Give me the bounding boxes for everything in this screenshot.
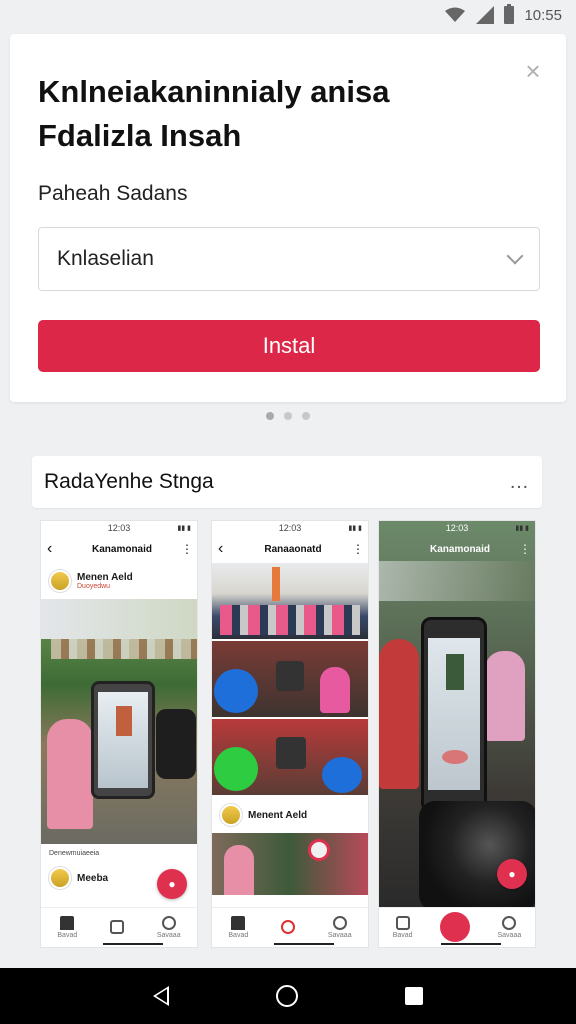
grid-icon	[110, 919, 125, 934]
create-icon	[440, 911, 471, 942]
pager-dot[interactable]	[266, 412, 274, 420]
record-icon	[281, 919, 296, 934]
screenshot-gallery: 12:03 ‹ Kanamonaid ⋮ Menen Aeld Duoyedwu…	[40, 520, 536, 948]
kebab-icon: ⋮	[352, 542, 364, 556]
phone-title: Kanamonaid	[429, 543, 490, 555]
nav-label: Savaaa	[327, 932, 352, 939]
back-icon[interactable]	[153, 986, 170, 1006]
avatar	[220, 804, 242, 826]
phone-bottom-nav: Bavad Savaaa	[212, 907, 368, 947]
card-title: Knlneiakaninnialy anisa Fdalizla Insah	[38, 74, 390, 153]
nav-create[interactable]	[440, 911, 471, 944]
nav-label: Bavad	[392, 932, 413, 939]
home-indicator	[103, 943, 164, 945]
home-indicator	[274, 943, 335, 945]
phone-bottom-nav: Bavad Savaaa	[41, 907, 197, 947]
screenshots-header: RadaYenhe Stnga …	[32, 456, 542, 508]
nav-label: Savaaa	[497, 932, 522, 939]
phone-status: 12:03	[212, 521, 368, 535]
back-icon: ‹	[47, 540, 53, 557]
nav-profile[interactable]: Savaaa	[157, 916, 181, 939]
profile-icon	[161, 916, 176, 930]
home-icon	[395, 916, 410, 930]
card-subtitle: Paheah Sadans	[38, 182, 188, 205]
caption: Denewmuiaeeia	[49, 850, 100, 857]
screenshot-1[interactable]: 12:03 ‹ Kanamonaid ⋮ Menen Aeld Duoyedwu…	[40, 520, 198, 948]
recents-icon[interactable]	[404, 987, 423, 1005]
section-title: RadaYenhe Stnga	[44, 470, 214, 493]
author-subtitle: Duoyedwu	[77, 583, 111, 590]
home-icon[interactable]	[275, 985, 298, 1007]
phone-header: Kanamonaid ⋮	[379, 535, 535, 563]
chat-fab[interactable]: ●	[157, 869, 187, 899]
clock: 10:55	[524, 6, 562, 24]
select-value: Knlaselian	[57, 247, 154, 270]
photo-group	[212, 833, 368, 895]
phone-header: ‹ Kanamonaid ⋮	[41, 535, 197, 563]
nav-profile[interactable]: Savaaa	[497, 916, 521, 939]
signal-icon	[476, 6, 495, 24]
nav-label: Bavad	[57, 932, 78, 939]
post-author: Menent Aeld	[212, 797, 368, 833]
install-button[interactable]: Instal	[38, 320, 540, 372]
post-author: Menen Aeld Duoyedwu	[41, 563, 197, 599]
photo-crowd	[212, 563, 368, 639]
battery-icon	[504, 4, 515, 24]
phone-status: 12:03	[379, 521, 535, 535]
system-nav-bar	[0, 968, 576, 1024]
pager-dot[interactable]	[284, 412, 292, 420]
author-name: Menen Aeld	[77, 572, 133, 583]
phone-header: ‹ Ranaaonatd ⋮	[212, 535, 368, 563]
home-icon	[60, 916, 75, 930]
nav-home[interactable]: Bavad	[228, 916, 248, 939]
nav-label: Bavad	[228, 932, 249, 939]
camera-scene	[379, 521, 535, 909]
avatar	[49, 570, 71, 592]
profile-icon	[332, 916, 347, 930]
pager-dot[interactable]	[302, 412, 310, 420]
profile-icon	[502, 916, 517, 930]
nav-home[interactable]: Bavad	[57, 916, 77, 939]
status-bar: 10:55	[0, 0, 576, 30]
nav-label: Savaaa	[156, 932, 181, 939]
wifi-icon	[445, 7, 466, 22]
avatar	[49, 867, 71, 889]
kebab-icon: ⋮	[519, 542, 531, 556]
phone-time: 12:03	[278, 523, 302, 533]
phone-title: Kanamonaid	[91, 543, 152, 555]
phone-bottom-nav: Bavad Savaaa	[379, 907, 535, 947]
nav-profile[interactable]: Savaaa	[328, 916, 352, 939]
close-icon[interactable]: ×	[522, 58, 544, 84]
pager-dots	[0, 412, 576, 420]
screenshot-3[interactable]: 12:03 Kanamonaid ⋮ ● Bavad Savaaa	[378, 520, 536, 948]
install-card: × Knlneiakaninnialy anisa Fdalizla Insah…	[10, 34, 566, 402]
chat-fab[interactable]: ●	[497, 859, 527, 889]
chevron-down-icon	[506, 247, 524, 265]
post-photo	[41, 599, 197, 844]
nav-home[interactable]: Bavad	[393, 916, 413, 939]
option-select[interactable]: Knlaselian	[38, 227, 540, 291]
nav-activity[interactable]	[110, 919, 125, 936]
nav-activity[interactable]	[281, 919, 296, 936]
phone-status: 12:03	[41, 521, 197, 535]
home-icon	[231, 916, 246, 930]
kebab-icon: ⋮	[181, 542, 193, 556]
back-icon: ‹	[218, 540, 224, 557]
photo-balloons-2	[212, 719, 368, 795]
photo-balloons-1	[212, 641, 368, 717]
home-indicator	[441, 943, 502, 945]
phone-title: Ranaaonatd	[264, 543, 322, 555]
screenshot-2[interactable]: 12:03 ‹ Ranaaonatd ⋮ Menent Aeld	[211, 520, 369, 948]
more-options-icon[interactable]: …	[509, 471, 530, 494]
phone-time: 12:03	[445, 523, 469, 533]
comment-name: Meeba	[77, 872, 109, 884]
author-name: Menent Aeld	[248, 809, 308, 821]
phone-time: 12:03	[107, 523, 131, 533]
